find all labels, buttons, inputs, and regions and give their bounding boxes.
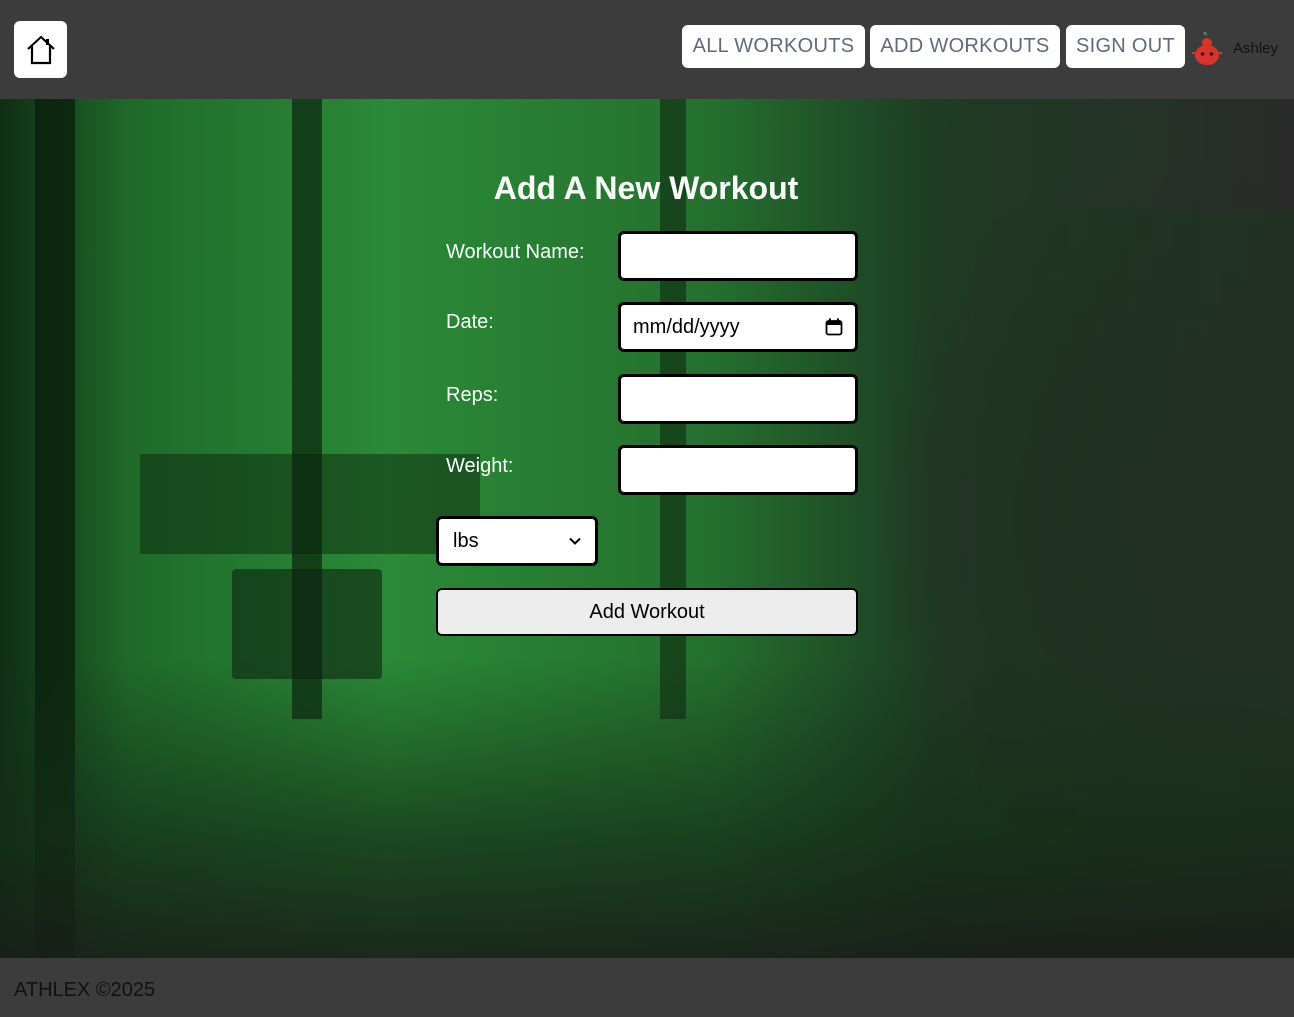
nav-sign-out-button[interactable]: SIGN OUT [1066,25,1185,68]
footer-bar: ATHLEX ©2025 [0,958,1294,1017]
avatar-icon[interactable] [1190,32,1224,66]
home-button[interactable] [14,21,67,78]
unit-select-value: lbs [453,529,479,552]
username-label: Ashley [1233,40,1279,57]
weight-label: Weight: [446,455,514,477]
reps-label: Reps: [446,384,499,406]
hero-background [0,99,1294,958]
workout-name-label: Workout Name: [446,241,585,263]
date-placeholder: mm/dd/yyyy [633,315,740,338]
nav-all-workouts-button[interactable]: ALL WORKOUTS [682,25,865,68]
date-label: Date: [446,311,494,333]
form-title: Add A New Workout [493,170,799,206]
weight-unit-select[interactable]: lbs [436,516,598,566]
chevron-down-icon [569,537,581,545]
reps-input[interactable] [618,374,858,424]
date-input[interactable]: mm/dd/yyyy [618,302,858,352]
home-icon [26,35,55,64]
add-workout-button[interactable]: Add Workout [436,588,858,636]
background-floor [0,658,1294,958]
weight-input[interactable] [618,445,858,495]
workout-name-input[interactable] [618,231,858,281]
calendar-icon[interactable] [825,318,843,336]
header-bar: ALL WORKOUTS ADD WORKOUTS SIGN OUT Ashle… [0,0,1294,99]
footer-copyright: ATHLEX ©2025 [14,979,156,1001]
nav-add-workouts-button[interactable]: ADD WORKOUTS [870,25,1060,68]
